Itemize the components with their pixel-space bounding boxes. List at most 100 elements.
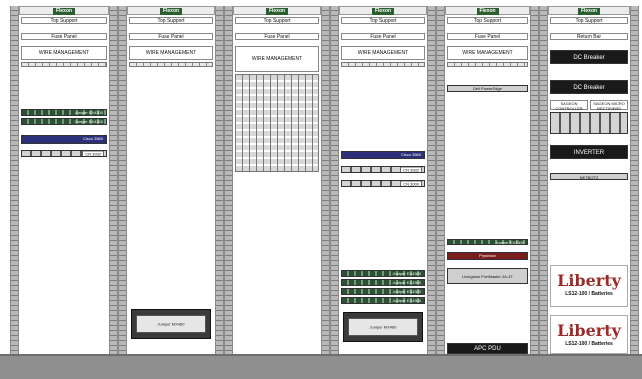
fuse-panel-label: Fuse Panel <box>447 33 528 40</box>
rack-rail <box>539 6 548 354</box>
brand-logo: Flexon <box>53 8 75 15</box>
rack-5: Flexon Top Support Fuse Panel WIRE MANAG… <box>436 6 539 354</box>
router-label: Juniper MX480 <box>157 321 185 327</box>
rack-rail <box>630 6 639 354</box>
rack-rail <box>10 6 19 354</box>
rack-6: Flexon Top Support Return Bar DC Breaker… <box>539 6 639 354</box>
wire-management-label: WIRE MANAGEMENT <box>38 50 90 56</box>
brand-logo: Flexon <box>266 8 288 15</box>
rack-bay: Flexon Top Support Fuse Panel WIRE MANAG… <box>19 6 109 354</box>
wire-management-label: WIRE MANAGEMENT <box>462 50 513 56</box>
rack-rail <box>109 6 118 354</box>
rack-elevation-diagram: Flexon Top Support Fuse Panel WIRE MANAG… <box>0 0 642 379</box>
dc-breaker: DC Breaker <box>550 50 628 64</box>
pdu-device: APC PDU <box>447 343 528 354</box>
rack-2: Flexon Top Support Fuse Panel WIRE MANAG… <box>118 6 224 354</box>
rack-top-cap: Flexon <box>233 6 321 15</box>
rack-rail <box>330 6 339 354</box>
wire-management: WIRE MANAGEMENT <box>235 46 319 72</box>
sageon-controller-label: SAGEON CONTROLLER <box>550 100 588 111</box>
fuse-panel-label: Fuse Panel <box>341 33 425 40</box>
patch-shelf <box>21 62 107 67</box>
sageon-rectifiers-label: SAGEON MICRO RECTIFIERS <box>590 100 628 111</box>
rack-4: Flexon Top Support Fuse Panel WIRE MANAG… <box>330 6 436 354</box>
switch-device: Juniper EX4300 <box>341 270 425 277</box>
rack-rail <box>215 6 224 354</box>
rack-top-cap: Flexon <box>339 6 427 15</box>
fuse-panel-label: Fuse Panel <box>235 33 319 40</box>
top-support-label: Top Support <box>129 17 213 24</box>
top-support-label: Top Support <box>235 17 319 24</box>
router-label: Juniper MX480 <box>369 324 397 330</box>
rack-top-cap: Flexon <box>445 6 530 15</box>
top-support-label: Top Support <box>550 17 628 24</box>
rack-bay: Flexon Top Support Fuse Panel WIRE MANAG… <box>233 6 321 354</box>
fiber-device: Prysmian <box>447 252 528 260</box>
wire-management: WIRE MANAGEMENT <box>341 46 425 60</box>
rack-top-cap: Flexon <box>127 6 215 15</box>
battery-panel: Liberty LS12-100 / Batteries <box>550 315 628 354</box>
rectifier-shelf <box>550 112 628 134</box>
device-label: CN 3932 <box>400 167 422 172</box>
rack-rail <box>224 6 233 354</box>
patch-shelf <box>129 62 213 67</box>
switch-device: Juniper EX4300 <box>341 279 425 286</box>
fuse-panel-label: Fuse Panel <box>129 33 213 40</box>
rack-bay: Flexon Top Support Return Bar DC Breaker… <box>548 6 630 354</box>
switch-device: CN 3932 <box>21 150 107 157</box>
battery-model: LS12-100 / Batteries <box>565 341 613 347</box>
switch-device: CN 3000 <box>341 180 425 187</box>
wire-management-label: WIRE MANAGEMENT <box>357 50 409 56</box>
return-bar-label: Return Bar <box>550 33 628 40</box>
battery-panel: Liberty LS12-100 / Batteries <box>550 265 628 307</box>
wire-management: WIRE MANAGEMENT <box>21 46 107 60</box>
patch-panel-array <box>235 74 319 172</box>
battery-brand: Liberty <box>557 271 621 290</box>
switch-device: Juniper EX4300 <box>447 239 528 245</box>
rack-rail <box>427 6 436 354</box>
wire-management: WIRE MANAGEMENT <box>447 46 528 60</box>
rack-rail <box>118 6 127 354</box>
brand-logo: Flexon <box>160 8 182 15</box>
server-device: Dell PowerEdge <box>447 85 528 92</box>
router-chassis-face: Juniper MX480 <box>136 315 206 333</box>
switch-device: Juniper EX4300 <box>21 109 107 116</box>
rack-rail <box>530 6 539 354</box>
top-support-label: Top Support <box>341 17 425 24</box>
battery-brand: Liberty <box>557 321 621 340</box>
rack-bay: Flexon Top Support Fuse Panel WIRE MANAG… <box>127 6 215 354</box>
patch-shelf <box>447 62 528 67</box>
rack-rail <box>436 6 445 354</box>
rack-top-cap: Flexon <box>548 6 630 15</box>
wire-management-label: WIRE MANAGEMENT <box>251 56 303 62</box>
brand-logo: Flexon <box>578 8 600 15</box>
battery-model: LS12-100 / Batteries <box>565 291 613 297</box>
switch-device: Cisco 3560 <box>341 151 425 159</box>
switch-device: CN 3932 <box>341 166 425 173</box>
device-label: CN 3932 <box>82 151 104 156</box>
rack-rail <box>321 6 330 354</box>
dc-breaker: DC Breaker <box>550 80 628 94</box>
brand-logo: Flexon <box>476 8 499 15</box>
inverter: INVERTER <box>550 145 628 159</box>
rack-bay: Flexon Top Support Fuse Panel WIRE MANAG… <box>445 6 530 354</box>
wire-management: WIRE MANAGEMENT <box>129 46 213 60</box>
rack-top-cap: Flexon <box>19 6 109 15</box>
access-server-device: Livingston PortMaster 2A-3T <box>447 268 528 284</box>
netbotz-device: NETBOTZ <box>550 173 628 180</box>
top-support-label: Top Support <box>447 17 528 24</box>
floor-base <box>0 354 642 379</box>
rack-bay: Flexon Top Support Fuse Panel WIRE MANAG… <box>339 6 427 354</box>
floor-edge <box>0 354 642 356</box>
rack-3: Flexon Top Support Fuse Panel WIRE MANAG… <box>224 6 330 354</box>
device-label: CN 3000 <box>400 181 422 186</box>
router-chassis-face: Juniper MX480 <box>348 318 418 336</box>
brand-logo: Flexon <box>372 8 394 15</box>
wire-management-label: WIRE MANAGEMENT <box>145 50 197 56</box>
switch-device: Juniper EX4300 <box>21 118 107 125</box>
rack-1: Flexon Top Support Fuse Panel WIRE MANAG… <box>10 6 118 354</box>
switch-device: Juniper EX4300 <box>341 288 425 295</box>
switch-device: Juniper EX4300 <box>341 297 425 304</box>
patch-shelf <box>341 62 425 67</box>
fuse-panel-label: Fuse Panel <box>21 33 107 40</box>
